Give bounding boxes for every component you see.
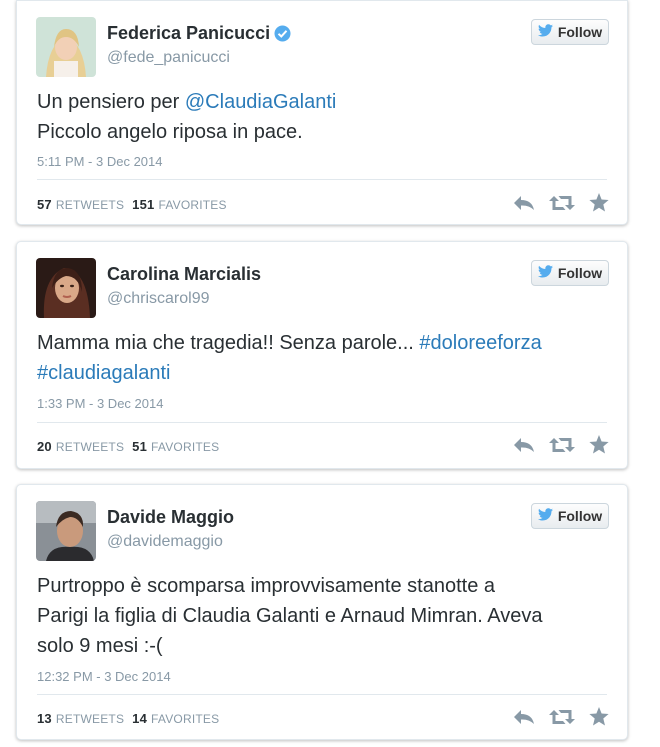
divider bbox=[37, 422, 607, 423]
retweets-label[interactable]: RETWEETS bbox=[56, 440, 124, 454]
tweet-text-line: solo 9 mesi :-( bbox=[37, 635, 163, 657]
divider bbox=[37, 179, 607, 180]
follow-button[interactable]: Follow bbox=[531, 503, 609, 529]
divider bbox=[37, 694, 607, 695]
tweet-actions bbox=[513, 707, 609, 731]
follow-button[interactable]: Follow bbox=[531, 260, 609, 286]
favorite-count[interactable]: 51 bbox=[132, 439, 147, 454]
retweet-count[interactable]: 13 bbox=[37, 711, 52, 726]
favorite-star-icon[interactable] bbox=[589, 707, 609, 731]
favorites-label[interactable]: FAVORITES bbox=[151, 712, 219, 726]
retweet-icon[interactable] bbox=[549, 195, 575, 216]
timestamp[interactable]: 12:32 PM - 3 Dec 2014 bbox=[37, 669, 171, 684]
twitter-bird-icon bbox=[537, 265, 553, 281]
follow-button[interactable]: Follow bbox=[531, 19, 609, 45]
tweet-stats: 20 RETWEETS 51 FAVORITES bbox=[37, 439, 219, 454]
reply-icon[interactable] bbox=[513, 195, 535, 216]
twitter-bird-icon bbox=[537, 24, 553, 40]
tweet-text: Un pensiero per @ClaudiaGalanti Piccolo … bbox=[37, 87, 607, 147]
user-handle[interactable]: @chriscarol99 bbox=[107, 290, 210, 308]
display-name[interactable]: Federica Panicucci bbox=[107, 23, 291, 47]
tweet-card: Davide Maggio @davidemaggio Follow Purtr… bbox=[16, 484, 628, 740]
user-handle[interactable]: @fede_panicucci bbox=[107, 49, 230, 67]
favorite-count[interactable]: 151 bbox=[132, 197, 154, 212]
tweet-card: Carolina Marcialis @chriscarol99 Follow … bbox=[16, 241, 628, 469]
tweet-text: Mamma mia che tragedia!! Senza parole...… bbox=[37, 328, 607, 388]
timestamp[interactable]: 1:33 PM - 3 Dec 2014 bbox=[37, 396, 163, 411]
retweet-icon[interactable] bbox=[549, 437, 575, 458]
tweet-text-part: Mamma mia che tragedia!! Senza parole... bbox=[37, 332, 420, 354]
favorites-label[interactable]: FAVORITES bbox=[158, 198, 226, 212]
avatar[interactable] bbox=[36, 258, 96, 318]
tweet-stats: 57 RETWEETS 151 FAVORITES bbox=[37, 197, 227, 212]
tweet-card: Federica Panicucci @fede_panicucci Follo… bbox=[16, 0, 628, 225]
favorite-count[interactable]: 14 bbox=[132, 711, 147, 726]
retweet-icon[interactable] bbox=[549, 709, 575, 730]
avatar[interactable] bbox=[36, 17, 96, 77]
display-name[interactable]: Davide Maggio bbox=[107, 507, 234, 528]
tweet-stats: 13 RETWEETS 14 FAVORITES bbox=[37, 711, 219, 726]
tweet-actions bbox=[513, 193, 609, 217]
favorite-star-icon[interactable] bbox=[589, 193, 609, 217]
display-name[interactable]: Carolina Marcialis bbox=[107, 264, 261, 285]
tweet-text: Purtroppo è scomparsa improvvisamente st… bbox=[37, 571, 607, 661]
retweets-label[interactable]: RETWEETS bbox=[56, 712, 124, 726]
verified-badge-icon bbox=[274, 25, 291, 47]
tweet-text-line: Purtroppo è scomparsa improvvisamente st… bbox=[37, 575, 495, 597]
mention-link[interactable]: @ClaudiaGalanti bbox=[185, 91, 337, 113]
hashtag-link[interactable]: #claudiagalanti bbox=[37, 362, 170, 384]
avatar[interactable] bbox=[36, 501, 96, 561]
user-handle[interactable]: @davidemaggio bbox=[107, 533, 223, 551]
favorite-star-icon[interactable] bbox=[589, 435, 609, 459]
favorites-label[interactable]: FAVORITES bbox=[151, 440, 219, 454]
reply-icon[interactable] bbox=[513, 709, 535, 730]
retweet-count[interactable]: 57 bbox=[37, 197, 52, 212]
tweet-text-part: Piccolo angelo riposa in pace. bbox=[37, 121, 303, 143]
tweet-text-line: Parigi la figlia di Claudia Galanti e Ar… bbox=[37, 605, 543, 627]
follow-label: Follow bbox=[557, 508, 603, 524]
reply-icon[interactable] bbox=[513, 437, 535, 458]
retweets-label[interactable]: RETWEETS bbox=[56, 198, 124, 212]
tweet-actions bbox=[513, 435, 609, 459]
timestamp[interactable]: 5:11 PM - 3 Dec 2014 bbox=[37, 154, 163, 169]
follow-label: Follow bbox=[557, 24, 603, 40]
hashtag-link[interactable]: #doloreeforza bbox=[419, 332, 541, 354]
retweet-count[interactable]: 20 bbox=[37, 439, 52, 454]
tweet-text-part: Un pensiero per bbox=[37, 91, 185, 113]
twitter-bird-icon bbox=[537, 508, 553, 524]
follow-label: Follow bbox=[557, 265, 603, 281]
